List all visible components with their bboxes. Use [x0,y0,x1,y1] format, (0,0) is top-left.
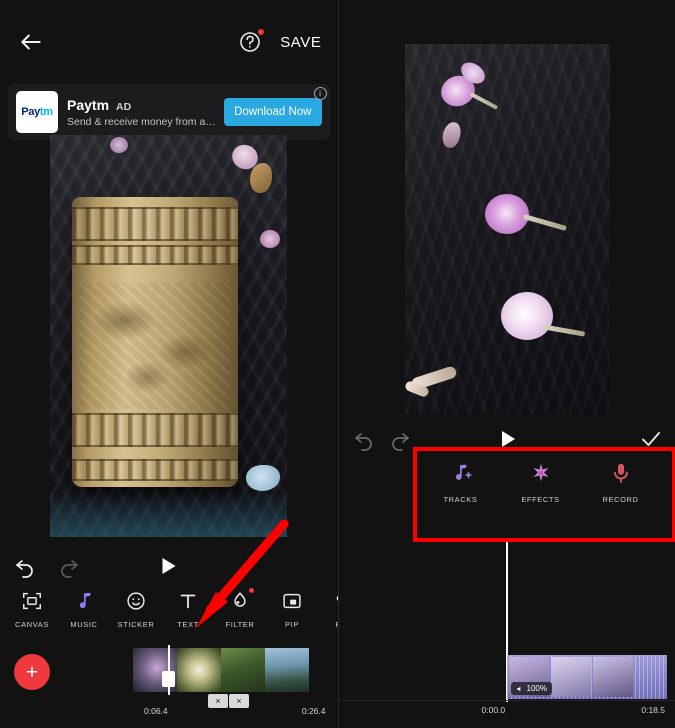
ad-subtitle: Send & receive money from any phone ... [67,115,218,128]
screenshot-root: SAVE Paytm Paytm AD Send & receive money… [0,0,675,728]
tool-label: STICKER [117,620,155,629]
save-button[interactable]: SAVE [280,34,321,51]
clip-thumbnail [592,657,633,697]
vase-band [72,207,238,241]
undo-icon[interactable] [353,427,377,451]
flower [500,292,553,340]
sticker-smiley-icon [124,589,148,613]
tool-label: MUSIC [70,620,98,629]
preview-bottom-glow [50,491,287,537]
tool-label: PIP [285,620,299,629]
tool-preset[interactable]: PRE [318,589,338,629]
decor-flower [260,230,280,248]
play-icon[interactable] [501,431,515,447]
flower [484,194,529,234]
tool-effects[interactable]: EFFECTS [513,460,569,504]
music-add-icon [448,460,474,486]
help-circle-icon[interactable] [238,29,265,54]
filter-droplet-icon [228,589,252,613]
preview-scene [50,135,287,537]
clip-thumbnail [550,657,591,697]
sub-tool-label: TRACKS [443,495,478,504]
check-icon[interactable] [639,427,663,451]
playhead-handle[interactable] [162,671,175,687]
tool-label: CANVAS [15,620,49,629]
left-top-actions: SAVE [238,29,321,54]
timeline-current-time: 0:06.4 [144,706,168,716]
vase-band [72,245,238,265]
timeline-total-time: 0:26.4 [301,706,326,716]
left-top-bar: SAVE [0,0,338,84]
volume-badge: 100% [510,682,552,695]
tool-pip[interactable]: PIP [266,589,318,629]
left-screen: SAVE Paytm Paytm AD Send & receive money… [0,0,339,728]
ad-title-row: Paytm AD [67,97,218,113]
sub-tool-label: EFFECTS [521,495,560,504]
ad-logo-text: Paytm [21,106,53,118]
ad-title: Paytm [67,96,110,113]
video-preview-vase[interactable] [50,135,287,537]
tool-label: FILTER [225,620,255,629]
add-media-button[interactable]: + [14,654,50,690]
sparkle-icon [528,460,554,486]
ad-logo: Paytm [16,91,58,133]
pip-icon [280,589,304,613]
right-playback-bar [339,424,675,456]
tool-sticker[interactable]: STICKER [110,589,162,629]
left-timeline[interactable]: + × × 0:06.4 0:26.4 [0,645,338,728]
volume-value: 100% [526,684,547,693]
transition-button[interactable]: × [229,694,249,708]
redo-icon[interactable] [387,427,411,451]
tool-music[interactable]: MUSIC [58,589,110,629]
play-icon[interactable] [162,558,176,574]
video-preview-flowers[interactable] [404,44,610,414]
clip-thumbnail[interactable] [221,648,265,692]
tool-canvas[interactable]: CANVAS [6,589,58,629]
microphone-icon [608,460,634,486]
ad-text-block: Paytm AD Send & receive money from any p… [67,97,218,128]
ad-banner[interactable]: Paytm Paytm AD Send & receive money from… [8,84,330,140]
tool-text[interactable]: TEXT [162,589,214,629]
redo-icon[interactable] [56,554,80,578]
info-icon[interactable]: i [313,87,327,100]
sub-tool-label: RECORD [602,495,639,504]
audio-sub-toolbar: TRACKS EFFECTS RECORD [433,460,649,504]
timeline-total-time: 0:18.5 [641,705,665,715]
tool-filter[interactable]: FILTER [214,588,266,629]
help-notification-dot [258,29,265,35]
vase-band [72,413,238,447]
ad-logo-text-b: tm [39,106,53,118]
tool-label: TEXT [177,620,199,629]
left-toolbar: CANVAS MUSIC STICKER TEXT FILTER PIP [0,588,338,639]
decor-flower [110,137,128,153]
back-arrow-icon[interactable] [16,27,46,57]
canvas-icon [20,589,44,613]
ad-tag: AD [116,100,132,113]
vase-band [72,459,238,481]
clip-thumbnail[interactable] [265,648,309,692]
ad-download-button[interactable]: Download Now [224,98,322,126]
left-playback-bar [0,548,338,584]
playhead[interactable] [162,645,175,695]
ad-logo-text-a: Pay [21,106,40,118]
tool-record[interactable]: RECORD [593,460,649,504]
timeline-current-time: 0:00.0 [481,705,506,715]
vase-engraving [80,283,230,409]
filter-badge-dot [249,588,254,593]
undo-icon[interactable] [14,554,38,578]
clip-strip[interactable] [133,648,309,692]
speaker-icon [516,686,520,691]
text-icon [176,589,200,613]
right-screen: TRACKS EFFECTS RECORD 100% 0:00.0 0:18.5 [338,0,675,728]
brass-vase [72,197,238,487]
music-note-icon [72,589,96,613]
clip-thumbnail[interactable] [177,648,221,692]
timeline-divider [338,700,675,701]
tool-tracks[interactable]: TRACKS [433,460,489,504]
transition-button[interactable]: × [208,694,228,708]
